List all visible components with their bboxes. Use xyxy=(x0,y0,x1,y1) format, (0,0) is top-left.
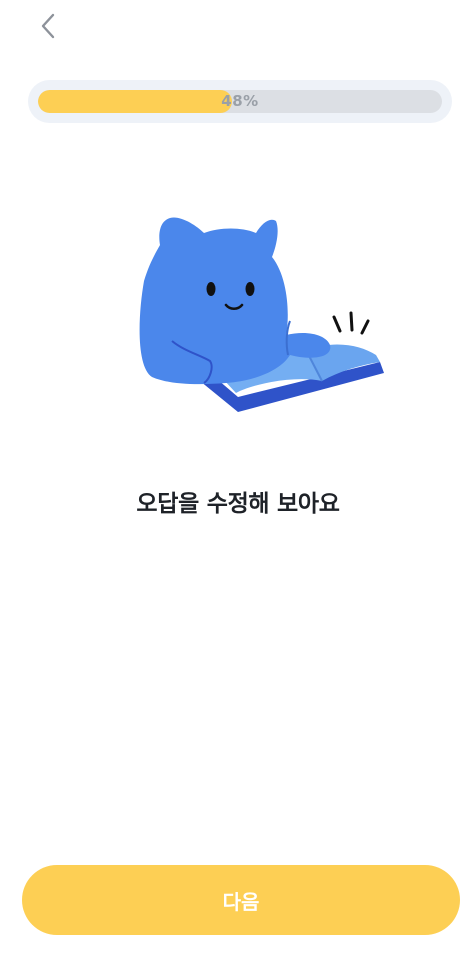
progress-bar: 48% xyxy=(28,80,452,123)
next-button[interactable]: 다음 xyxy=(22,865,460,935)
excitement-marks xyxy=(332,311,370,335)
page-message: 오답을 수정해 보아요 xyxy=(136,491,340,517)
cat-reading-illustration xyxy=(139,217,384,412)
cat-left-eye xyxy=(206,282,216,296)
progress-track: 48% xyxy=(38,90,442,113)
back-button[interactable] xyxy=(28,8,68,44)
cat-right-eye xyxy=(245,282,255,296)
screen: 48% 오답을 수정해 보아요 다음 xyxy=(0,0,476,956)
chevron-left-icon xyxy=(41,13,55,39)
progress-label: 48% xyxy=(221,92,259,110)
